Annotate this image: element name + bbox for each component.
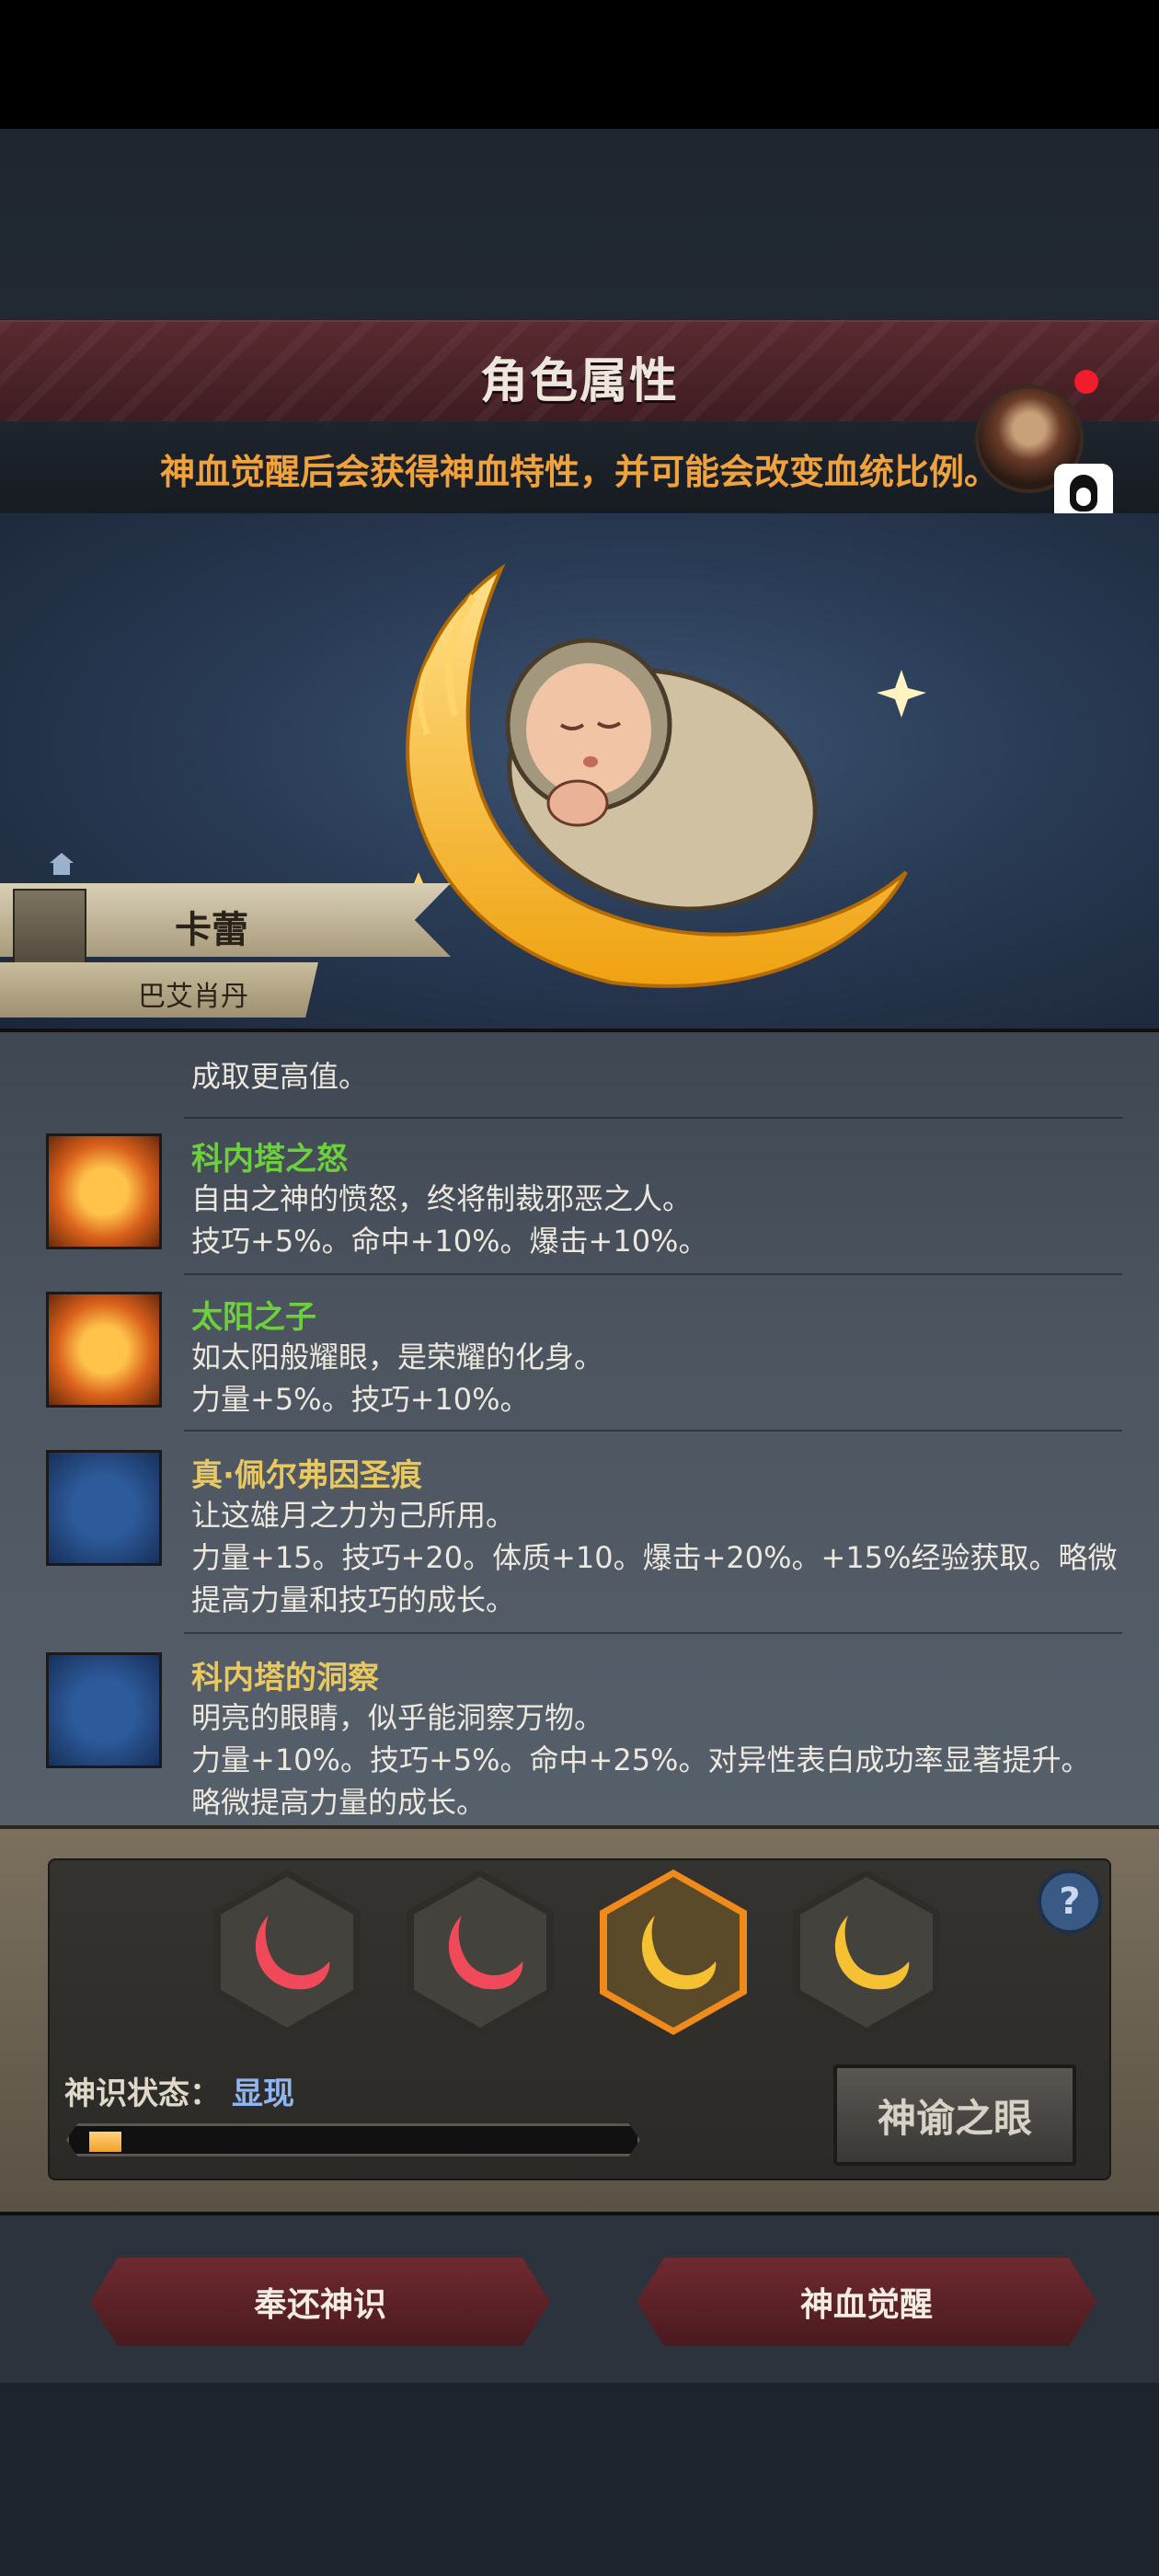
divine-progress-bar [66,2123,640,2156]
trait-effect: 技巧+5%。命中+10%。爆击+10%。 [191,1224,708,1259]
divider [184,1632,1122,1634]
notification-dot [1074,370,1098,394]
help-button[interactable]: ? [1038,1869,1102,1934]
trait-desc: 自由之神的愤怒，终将制裁邪恶之人。 [191,1181,693,1216]
sun-face-icon [46,1133,162,1249]
trait-effect: 力量+10%。技巧+5%。命中+25%。对异性表白成功率显著提升。 [191,1742,1091,1777]
trait-effect: 力量+5%。技巧+10%。 [191,1382,530,1417]
blood-awaken-button[interactable]: 神血觉醒 [637,2258,1096,2346]
crescent-moon-icon [46,1652,162,1768]
baby-character [505,638,818,912]
status-bar-area [0,0,1159,129]
gold-crescent-icon [641,1915,717,1990]
sun-face-icon [46,1292,162,1408]
character-name: 卡蕾 [175,909,248,951]
divider [184,1117,1122,1119]
progress-fill [89,2132,121,2152]
trait-desc: 明亮的眼睛，似乎能洞察万物。 [191,1700,604,1735]
page-title: 角色属性 [479,354,679,409]
character-house: 巴艾肖丹 [138,981,248,1013]
trait-partial-text: 成取更高值。 [191,1059,369,1094]
trait-desc: 让这雄月之力为己所用。 [191,1498,516,1533]
oracle-eye-button[interactable]: 神谕之眼 [833,2064,1076,2166]
trait-title: 科内塔之怒 [191,1141,348,1178]
trait-title: 真·佩尔弗因圣痕 [191,1457,422,1494]
crescent-moon-icon [46,1450,162,1566]
trait-list[interactable]: 成取更高值。 科内塔之怒 自由之神的愤怒，终将制裁邪恶之人。 技巧+5%。命中+… [0,1029,1159,1825]
red-crescent-icon [448,1915,523,1990]
gold-crescent-icon [834,1915,910,1990]
red-crescent-icon [255,1915,330,1990]
return-divine-button[interactable]: 奉还神识 [90,2258,550,2346]
trait-desc: 如太阳般耀眼，是荣耀的化身。 [191,1340,604,1374]
divider [184,1273,1122,1275]
trait-title: 太阳之子 [191,1299,316,1336]
divider [184,1430,1122,1432]
bottom-area [0,2383,1159,2576]
state-label: 神识状态： [64,2076,221,2112]
state-value: 显现 [232,2076,294,2112]
trait-effect: 略微提高力量的成长。 [191,1785,487,1820]
trait-effect: 力量+15。技巧+20。体质+10。爆击+20%。+15%经验获取。略微 [191,1540,1118,1575]
trait-effect: 提高力量和技巧的成长。 [191,1582,516,1617]
trait-title: 科内塔的洞察 [191,1660,379,1696]
house-icon [50,853,74,875]
